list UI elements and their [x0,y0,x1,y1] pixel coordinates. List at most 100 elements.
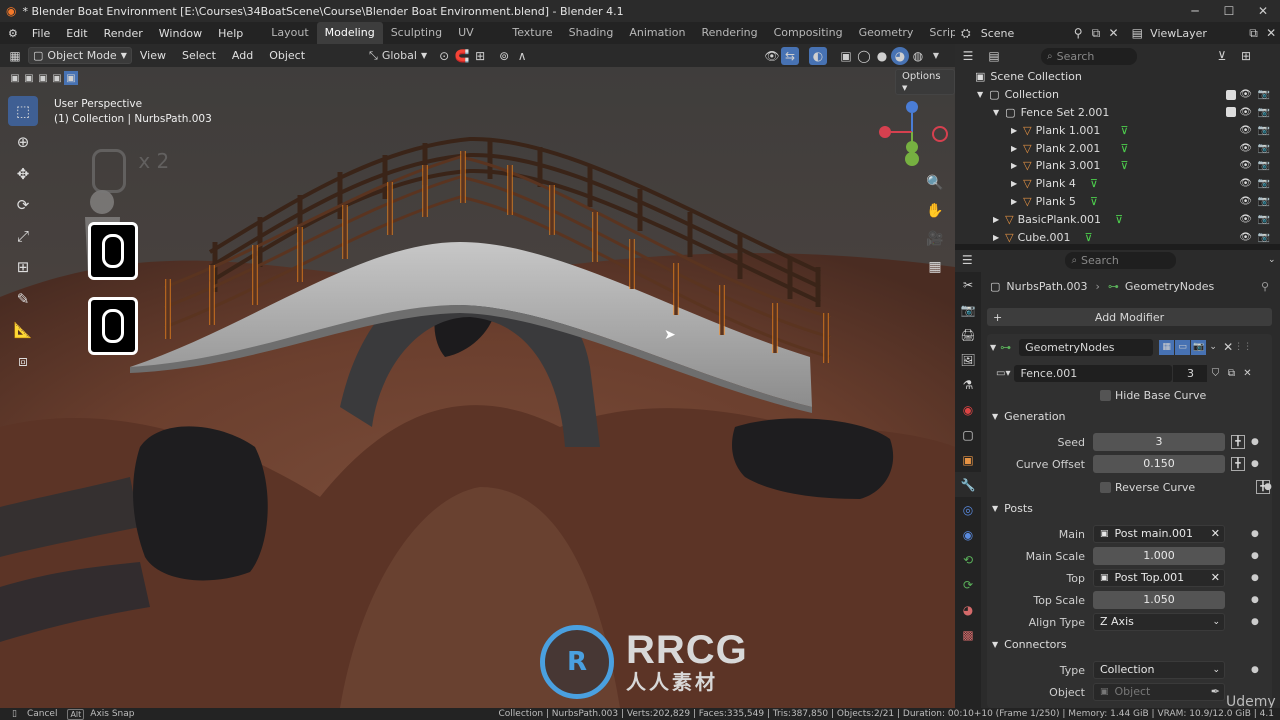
top-scale-field[interactable]: 1.050 [1093,591,1225,609]
particles-tab-icon[interactable]: ◎ [955,497,981,522]
exclude-checkbox[interactable] [1226,89,1236,100]
select-extend-icon[interactable]: ▣ [22,71,36,85]
node-group-users[interactable]: 3 [1173,364,1208,382]
outliner-row-plank-2[interactable]: ▶ ▽ Plank 2.001 ⊽ 👁 📷 [955,139,1280,157]
eye-icon[interactable]: 👁 [1239,160,1252,171]
render-camera-icon[interactable]: 📷 [1258,89,1270,100]
eye-icon[interactable]: 👁 [1239,125,1252,136]
outliner-row-plank-3[interactable]: ▶ ▽ Plank 3.001 ⊽ 👁 📷 [955,157,1280,175]
top-object-field[interactable]: ▣ Post Top.001 ✕ [1093,569,1225,587]
display-mode-icon[interactable]: ▤ [985,47,1003,65]
keyframe-dot-icon[interactable]: ● [1251,459,1259,469]
transform-icon[interactable]: ⊞ [8,252,38,282]
outliner-search[interactable]: ⌕ Search [1041,47,1137,65]
collapse-chevron-icon[interactable]: ▼ [990,343,996,352]
constraints-tab-icon[interactable]: ⟲ [955,547,981,572]
select-intersect-icon[interactable]: ▣ [64,71,78,85]
outliner-row-scene-collection[interactable]: ▣ Scene Collection [955,68,1280,86]
scale-icon[interactable]: ⤢ [8,221,38,251]
menu-select[interactable]: Select [174,49,224,62]
menu-render[interactable]: Render [96,27,151,40]
keyframe-dot-icon[interactable]: ● [1264,482,1272,492]
outliner-row-fence-set[interactable]: ▼ ▢ Fence Set 2.001 👁 📷 [955,104,1280,122]
disclosure-icon[interactable]: ▼ [977,90,983,99]
align-type-dropdown[interactable]: Z Axis ⌄ [1093,613,1225,631]
node-socket-icon[interactable]: ╋ [1231,457,1245,471]
keyframe-dot-icon[interactable]: ● [1251,617,1259,627]
eye-icon[interactable]: 👁 [1239,214,1252,225]
node-socket-icon[interactable]: ╋ [1231,435,1245,449]
main-scale-field[interactable]: 1.000 [1093,547,1225,565]
menu-window[interactable]: Window [151,27,210,40]
object-tab-icon[interactable]: ▣ [955,447,981,472]
eyedropper-icon[interactable]: ✒ [1211,683,1220,701]
3d-viewport[interactable]: User Perspective (1) Collection | NurbsP… [0,67,955,708]
disclosure-icon[interactable]: ▶ [993,233,999,242]
hide-base-curve-row[interactable]: Hide Base Curve [1100,387,1206,403]
gizmo-toggle-icon[interactable]: ⇆ [781,46,799,65]
render-camera-icon[interactable]: 📷 [1258,178,1270,189]
material-shading-icon[interactable]: ◕ [891,46,909,65]
disclosure-icon[interactable]: ▶ [1011,197,1017,206]
reverse-curve-row[interactable]: Reverse Curve ╋ ● [1100,479,1272,495]
modifier-tab-icon[interactable]: 🔧 [955,472,981,497]
view-layer-icon[interactable]: ▤ [1128,24,1146,42]
section-connectors[interactable]: ▼ Connectors [992,638,1067,651]
modifier-filter-icon[interactable]: ⊽ [1120,159,1128,172]
menu-file[interactable]: File [24,27,58,40]
measure-icon[interactable]: 📐 [8,315,38,345]
zoom-icon[interactable]: 🔍 [922,170,948,196]
delete-scene-icon[interactable]: ✕ [1105,24,1123,42]
cursor-icon[interactable]: ⊕ [8,127,38,157]
reverse-curve-checkbox[interactable] [1100,481,1111,493]
eye-icon[interactable]: 👁 [1239,178,1252,189]
tab-layout[interactable]: Layout [263,22,316,44]
duplicate-icon[interactable]: ⧉ [1223,364,1239,382]
solid-shading-icon[interactable]: ● [873,47,891,65]
blender-menu-icon[interactable]: ⚙ [0,27,24,40]
disclosure-icon[interactable]: ▶ [1011,144,1017,153]
menu-object[interactable]: Object [261,49,313,62]
select-subtract-icon[interactable]: ▣ [36,71,50,85]
outliner-row-plank-5[interactable]: ▶ ▽ Plank 5 ⊽ 👁 📷 [955,193,1280,211]
world-tab-icon[interactable]: ◉ [955,397,981,422]
clear-icon[interactable]: ✕ [1211,569,1220,587]
pan-hand-icon[interactable]: ✋ [922,198,948,224]
keyframe-dot-icon[interactable]: ● [1251,665,1259,675]
curve-offset-field[interactable]: 0.150 [1093,455,1225,473]
fake-user-shield-icon[interactable]: ⛉ [1207,364,1223,382]
scene-icon[interactable]: ⛭ [957,24,975,42]
keyframe-dot-icon[interactable]: ● [1251,437,1259,447]
outliner-row-cube[interactable]: ▶ ▽ Cube.001 ⊽ 👁 📷 [955,228,1280,246]
connector-object-field[interactable]: ▣ Object ✒ [1093,683,1225,701]
disclosure-icon[interactable]: ▼ [993,108,999,117]
tool-tab-icon[interactable]: ✂ [955,272,981,297]
tab-geometry-nodes[interactable]: Geometry Nodes [851,22,922,61]
menu-help[interactable]: Help [210,27,251,40]
modifier-filter-icon[interactable]: ⊽ [1120,124,1128,137]
connector-type-dropdown[interactable]: Collection ⌄ [1093,661,1225,679]
minimize-button[interactable]: ─ [1178,4,1212,18]
modifier-filter-icon[interactable]: ⊽ [1085,231,1093,244]
render-camera-icon[interactable]: 📷 [1258,214,1270,225]
clear-icon[interactable]: ✕ [1211,525,1220,543]
menu-add[interactable]: Add [224,49,261,62]
add-modifier-button[interactable]: + Add Modifier [987,308,1272,326]
properties-search[interactable]: ⌕ Search [1065,251,1176,269]
keyframe-dot-icon[interactable]: ● [1251,529,1259,539]
tab-rendering[interactable]: Rendering [693,22,765,44]
pin-icon[interactable]: ⚲ [1261,280,1269,293]
add-cube-icon[interactable]: ⧈ [8,346,38,376]
annotate-icon[interactable]: ✎ [8,284,38,314]
falloff-icon[interactable]: ∧ [513,47,531,65]
physics-tab-icon[interactable]: ◉ [955,522,981,547]
shading-options-icon[interactable]: ▼ [927,47,945,65]
render-camera-icon[interactable]: 📷 [1258,196,1270,207]
render-toggle-icon[interactable]: 📷 [1191,339,1207,355]
proportional-edit-icon[interactable]: ⊚ [495,47,513,65]
seed-field[interactable]: 3 [1093,433,1225,451]
tab-texture-paint[interactable]: Texture Paint [504,22,560,61]
tab-modeling[interactable]: Modeling [316,22,383,44]
node-group-field[interactable]: Fence.001 [1014,364,1173,382]
unlink-icon[interactable]: ✕ [1239,364,1255,382]
